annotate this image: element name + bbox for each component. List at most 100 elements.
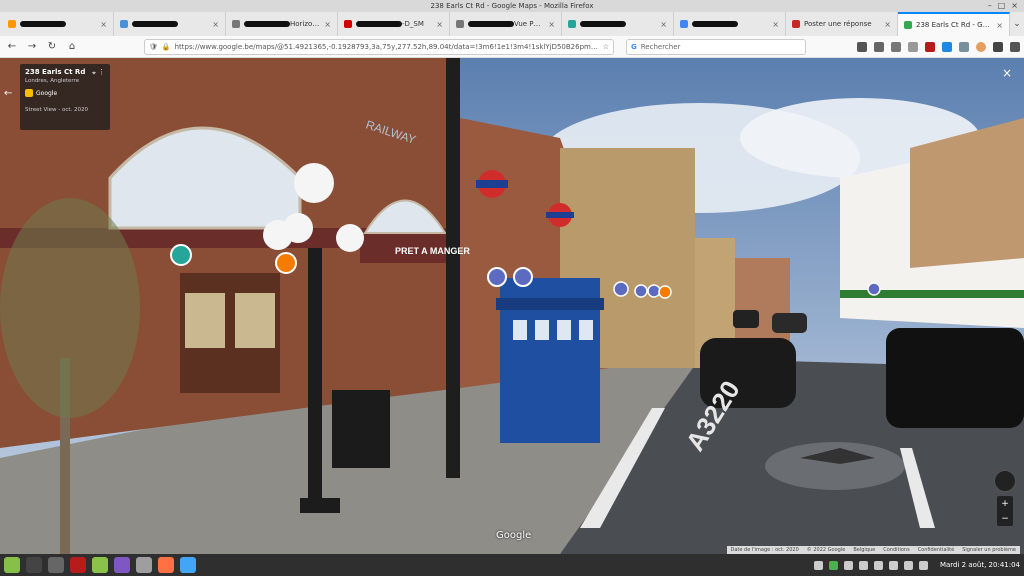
tray-icon[interactable] [873, 560, 883, 570]
extension-dark-icon[interactable] [993, 41, 1003, 52]
browser-tab[interactable]: × [114, 12, 226, 36]
close-tab-icon[interactable]: × [100, 20, 107, 29]
home-button[interactable]: ⌂ [64, 39, 80, 55]
zoom-control: + − [997, 496, 1013, 526]
back-button[interactable]: ← [4, 39, 20, 55]
attribution-bar: Date de l'image : oct. 2020 © 2022 Googl… [726, 546, 1020, 554]
window-title: 238 Earls Ct Rd - Google Maps - Mozilla … [430, 2, 594, 10]
tab-favicon-icon [792, 20, 800, 28]
tab-favicon-icon [456, 20, 464, 28]
window-titlebar: 238 Earls Ct Rd - Google Maps - Mozilla … [0, 0, 1024, 12]
search-bar[interactable]: G Rechercher [626, 38, 806, 55]
street-view[interactable]: PRET A MANGER RAILWAY A3220 238 Earls Ct… [0, 58, 1024, 554]
tab-title-text: -D_SM [402, 20, 424, 28]
tab-list-icon[interactable]: ⌄ [1010, 12, 1024, 36]
zoom-out-button[interactable]: − [1001, 514, 1009, 524]
mint-menu-icon[interactable] [4, 557, 20, 573]
taskbar: Mardi 2 août, 20:41:04 [0, 554, 1024, 576]
tray-icon[interactable] [858, 560, 868, 570]
redaction-mark [692, 21, 738, 27]
ublock-icon[interactable] [925, 41, 935, 52]
terms-link[interactable]: Conditions [883, 547, 909, 553]
browser-tab[interactable]: Poster une réponse × [786, 12, 898, 36]
clock[interactable]: Mardi 2 août, 20:41:04 [940, 561, 1020, 569]
forward-button[interactable]: → [24, 39, 40, 55]
browser-tab[interactable]: × [674, 12, 786, 36]
zoom-in-button[interactable]: + [1001, 499, 1009, 509]
close-tab-icon[interactable]: × [884, 20, 891, 29]
toolbar-icons [857, 41, 1020, 52]
redaction-mark [356, 21, 402, 27]
volume-icon[interactable] [903, 560, 913, 570]
battery-icon[interactable] [918, 560, 928, 570]
close-tab-icon[interactable]: × [772, 20, 779, 29]
close-tab-icon[interactable]: × [324, 20, 331, 29]
network-icon[interactable] [888, 560, 898, 570]
compass-icon[interactable] [994, 470, 1016, 492]
extension-blue-icon[interactable] [942, 41, 952, 52]
browser-tab[interactable]: Horizons Em× [226, 12, 338, 36]
tab-favicon-icon [680, 20, 688, 28]
pocket-icon[interactable] [857, 41, 867, 52]
country-link[interactable]: Belgique [853, 547, 875, 553]
shield-icon[interactable]: 🛡 [149, 43, 158, 51]
firefox-icon[interactable] [158, 557, 174, 573]
redaction-mark [468, 21, 514, 27]
report-problem-link[interactable]: Signaler un problème [962, 547, 1016, 553]
browser-tab[interactable]: -D_SM × [338, 12, 450, 36]
privacy-link[interactable]: Confidentialité [918, 547, 955, 553]
tab-favicon-icon [232, 20, 240, 28]
tab-favicon-icon [344, 20, 352, 28]
streetview-date[interactable]: Street View - oct. 2020 [25, 107, 105, 113]
redaction-mark [244, 21, 290, 27]
tray-icon[interactable] [843, 560, 853, 570]
search-input[interactable]: Rechercher [641, 43, 681, 51]
tab-title: 238 Earls Ct Rd - Google [916, 21, 992, 29]
reload-button[interactable]: ↻ [44, 39, 60, 55]
browser-tab[interactable]: Vue PDF - × [450, 12, 562, 36]
close-streetview-button[interactable]: × [1002, 66, 1012, 80]
lock-icon[interactable]: 🔒 [162, 43, 171, 51]
mail-icon[interactable] [180, 557, 196, 573]
url-text[interactable]: https://www.google.be/maps/@51.4921365,-… [175, 43, 599, 51]
close-tab-icon[interactable]: × [996, 21, 1003, 30]
tray-icon[interactable] [828, 560, 838, 570]
minimize-button[interactable]: – [988, 1, 992, 10]
bookmark-star-icon[interactable]: ☆ [603, 43, 609, 51]
more-options-icon[interactable]: ⋮ [98, 68, 105, 76]
app-grey-icon[interactable] [136, 557, 152, 573]
menu-icon[interactable] [1010, 41, 1020, 52]
filezilla-icon[interactable] [70, 557, 86, 573]
close-tab-icon[interactable]: × [548, 20, 555, 29]
back-arrow-icon[interactable]: ← [4, 88, 12, 99]
terminal-icon[interactable] [26, 557, 42, 573]
url-bar[interactable]: 🛡 🔒 https://www.google.be/maps/@51.49213… [144, 38, 614, 55]
close-tab-icon[interactable]: × [660, 20, 667, 29]
tab-title-text: 238 Earls Ct Rd - Google [916, 21, 992, 29]
pret-sign: PRET A MANGER [395, 246, 470, 256]
library-icon[interactable] [874, 41, 884, 52]
shield-extension-icon[interactable] [908, 41, 918, 52]
browser-tab[interactable]: × [562, 12, 674, 36]
tab-title [20, 20, 96, 28]
browser-tab[interactable]: × [2, 12, 114, 36]
close-window-button[interactable]: × [1011, 1, 1018, 10]
sidebar-icon[interactable] [891, 41, 901, 52]
close-tab-icon[interactable]: × [212, 20, 219, 29]
street-scene[interactable]: PRET A MANGER RAILWAY A3220 [0, 58, 1024, 554]
files-icon[interactable] [92, 557, 108, 573]
close-tab-icon[interactable]: × [436, 20, 443, 29]
maximize-button[interactable]: □ [998, 1, 1006, 10]
location-pin-icon[interactable]: ⌖ [92, 69, 96, 78]
google-logo: Google [25, 89, 105, 97]
tab-title-text: Vue PDF - [514, 20, 544, 28]
app-purple-icon[interactable] [114, 557, 130, 573]
redaction-mark [20, 21, 66, 27]
browser-tab[interactable]: 238 Earls Ct Rd - Google × [898, 12, 1010, 36]
tray-icon[interactable] [813, 560, 823, 570]
app-launcher-icon[interactable] [48, 557, 64, 573]
extension-grey-icon[interactable] [959, 41, 969, 52]
account-icon[interactable] [976, 41, 986, 52]
location-info-card: 238 Earls Ct Rd Londres, Angleterre Goog… [20, 64, 110, 130]
tab-title [132, 20, 208, 28]
